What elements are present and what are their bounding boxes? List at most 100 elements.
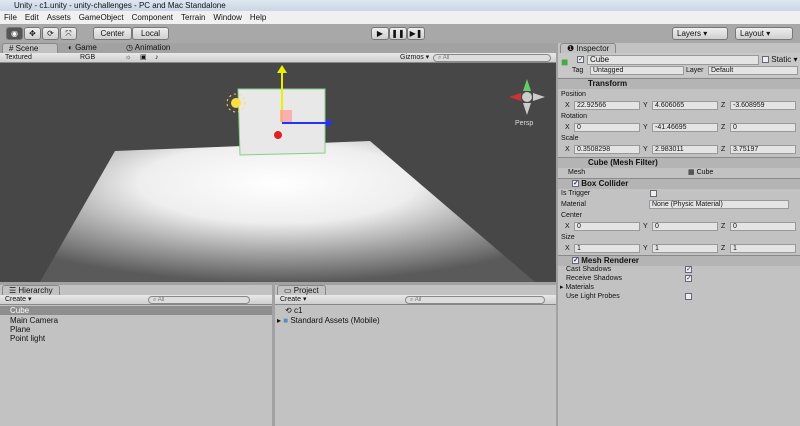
tab-game-label: Game — [75, 43, 97, 52]
inspector-panel: ❶ Inspector ■ ✓ Cube Static ▾ Tag Untagg… — [558, 43, 800, 426]
pause-button[interactable]: ❚❚ — [389, 27, 407, 40]
scale-fields: X 0.3508298 Y 2.983011 Z 3.75197 — [558, 145, 800, 155]
hierarchy-item-main-camera[interactable]: Main Camera — [0, 316, 272, 325]
tab-animation-label: Animation — [134, 43, 171, 52]
scene-view[interactable]: Persp — [0, 63, 556, 282]
axis-label[interactable]: Y — [643, 145, 648, 154]
rot-y-field[interactable]: -41.46695 — [652, 123, 718, 132]
transform-header[interactable]: Transform — [558, 78, 800, 89]
pivot-center-button[interactable]: Center — [93, 27, 132, 40]
object-active-checkbox[interactable]: ✓ — [577, 56, 584, 63]
lighting-toggle-icon[interactable]: ☼ — [125, 53, 131, 63]
box-collider-header[interactable]: ✓ Box Collider — [558, 178, 800, 189]
light-probes-checkbox[interactable] — [685, 293, 692, 300]
axis-label[interactable]: Z — [721, 145, 725, 154]
tab-project[interactable]: ▭ Project — [277, 285, 326, 295]
mesh-filter-header[interactable]: Cube (Mesh Filter) — [558, 157, 800, 168]
menu-assets[interactable]: Assets — [47, 11, 71, 24]
is-trigger-checkbox[interactable] — [650, 190, 657, 197]
axis-label[interactable]: X — [565, 101, 570, 110]
gizmos-dropdown[interactable]: Gizmos ▾ — [400, 53, 429, 63]
size-label: Size — [561, 234, 575, 241]
axis-label[interactable]: Z — [721, 244, 725, 253]
view-tool-eye-icon[interactable]: ◉ — [6, 27, 23, 40]
play-button[interactable]: ▶ — [371, 27, 389, 40]
scl-y-field[interactable]: 2.983011 — [652, 145, 718, 154]
mesh-label: Mesh — [568, 169, 586, 176]
hierarchy-create-dropdown[interactable]: Create ▾ — [5, 295, 31, 305]
hierarchy-item-point-light[interactable]: Point light — [0, 334, 272, 343]
axis-label[interactable]: X — [565, 123, 570, 132]
materials-foldout[interactable]: ▸ Materials — [560, 283, 594, 292]
hierarchy-item-plane[interactable]: Plane — [0, 325, 272, 334]
pos-y-field[interactable]: 4.606065 — [652, 101, 718, 110]
object-name-field[interactable]: Cube — [587, 55, 759, 65]
expand-arrow-icon[interactable]: ▸ — [277, 316, 281, 325]
rotation-label: Rotation — [561, 113, 588, 120]
project-item-c1[interactable]: ⟲ c1 — [275, 306, 556, 315]
axis-label[interactable]: Y — [643, 123, 648, 132]
rot-z-field[interactable]: 0 — [730, 123, 796, 132]
box-collider-enabled-checkbox[interactable]: ✓ — [572, 180, 579, 188]
siz-x-field[interactable]: 1 — [574, 244, 640, 253]
static-label: Static — [771, 55, 792, 64]
axis-label[interactable]: Y — [643, 101, 648, 110]
static-toggle[interactable]: Static ▾ — [762, 55, 798, 64]
tab-game[interactable]: ◐ Game — [62, 43, 103, 53]
shading-mode-dropdown[interactable]: Textured — [5, 53, 32, 63]
axis-label[interactable]: Z — [721, 123, 725, 132]
audio-toggle-icon[interactable]: ♪ — [155, 53, 159, 63]
menu-help[interactable]: Help — [250, 11, 266, 24]
mesh-value[interactable]: ▦ Cube — [688, 168, 713, 177]
image-toggle-icon[interactable]: ▣ — [140, 53, 147, 63]
axis-label[interactable]: Z — [721, 222, 725, 231]
tab-scene[interactable]: # Scene — [2, 43, 58, 53]
layout-dropdown[interactable]: Layout ▾ — [735, 27, 793, 40]
axis-label[interactable]: Y — [643, 222, 648, 231]
project-item-standard-assets[interactable]: ▸ ■ Standard Assets (Mobile) — [275, 316, 556, 325]
pivot-local-button[interactable]: Local — [132, 27, 169, 40]
cast-shadows-checkbox[interactable]: ✓ — [685, 266, 692, 273]
menu-edit[interactable]: Edit — [25, 11, 39, 24]
axis-label[interactable]: X — [565, 145, 570, 154]
scale-tool-icon[interactable]: ⤧ — [60, 27, 77, 40]
hierarchy-item-cube[interactable]: Cube — [0, 306, 272, 315]
axis-label[interactable]: Y — [643, 244, 648, 253]
axis-label[interactable]: X — [565, 244, 570, 253]
ctr-z-field[interactable]: 0 — [730, 222, 796, 231]
tab-animation[interactable]: ◷ Animation — [120, 43, 176, 53]
scl-x-field[interactable]: 0.3508298 — [574, 145, 640, 154]
pos-x-field[interactable]: 22.92566 — [574, 101, 640, 110]
layers-label: Layers — [677, 29, 702, 38]
tab-hierarchy[interactable]: ☰ Hierarchy — [2, 285, 60, 295]
move-tool-icon[interactable]: ✥ — [24, 27, 41, 40]
tab-inspector[interactable]: ❶ Inspector — [560, 43, 617, 53]
siz-z-field[interactable]: 1 — [730, 244, 796, 253]
layers-dropdown[interactable]: Layers ▾ — [672, 27, 728, 40]
layer-dropdown[interactable]: Default — [708, 66, 798, 75]
project-create-dropdown[interactable]: Create ▾ — [280, 295, 306, 305]
receive-shadows-checkbox[interactable]: ✓ — [685, 275, 692, 282]
rot-x-field[interactable]: 0 — [574, 123, 640, 132]
ctr-x-field[interactable]: 0 — [574, 222, 640, 231]
menu-terrain[interactable]: Terrain — [181, 11, 205, 24]
project-search-input[interactable]: ⌕ All — [405, 296, 545, 304]
scene-search-input[interactable]: ⌕ All — [433, 54, 551, 62]
mesh-renderer-enabled-checkbox[interactable]: ✓ — [572, 257, 579, 265]
ctr-y-field[interactable]: 0 — [652, 222, 718, 231]
menu-gameobject[interactable]: GameObject — [79, 11, 124, 24]
render-mode-dropdown[interactable]: RGB — [80, 53, 95, 63]
siz-y-field[interactable]: 1 — [652, 244, 718, 253]
rotate-tool-icon[interactable]: ⟳ — [42, 27, 59, 40]
physic-material-field[interactable]: None (Physic Material) — [649, 200, 789, 209]
axis-label[interactable]: Z — [721, 101, 725, 110]
menu-component[interactable]: Component — [132, 11, 173, 24]
hierarchy-search-input[interactable]: ⌕ All — [148, 296, 250, 304]
menu-window[interactable]: Window — [213, 11, 241, 24]
axis-label[interactable]: X — [565, 222, 570, 231]
step-button[interactable]: ▶❚ — [407, 27, 425, 40]
pos-z-field[interactable]: -3.608959 — [730, 101, 796, 110]
tag-dropdown[interactable]: Untagged — [590, 66, 684, 75]
menu-file[interactable]: File — [4, 11, 17, 24]
scl-z-field[interactable]: 3.75197 — [730, 145, 796, 154]
